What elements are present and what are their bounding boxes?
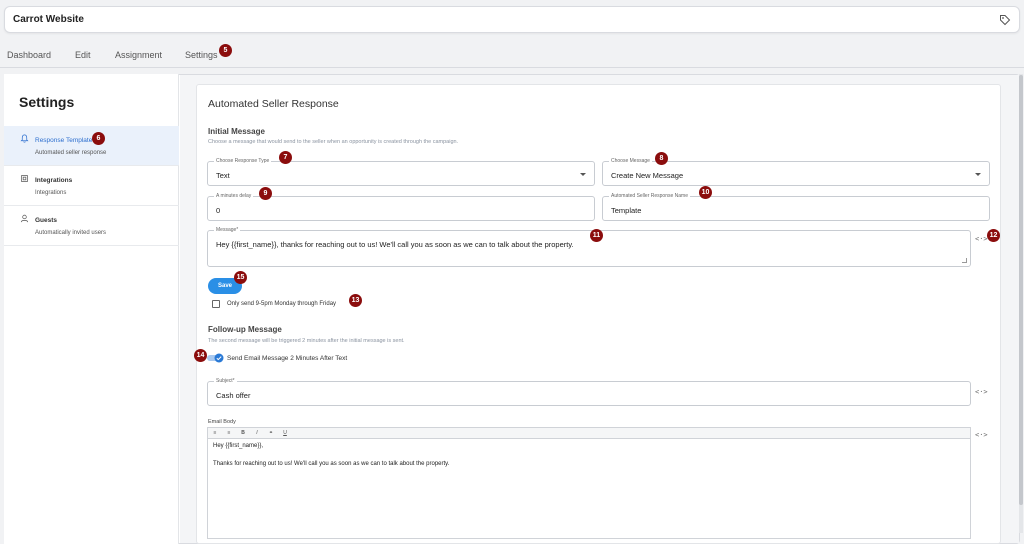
section-title-followup: Follow-up Message [208,325,282,334]
field-value: Text [216,171,230,180]
step-badge: 5 [219,44,232,57]
tag-icon[interactable] [999,14,1011,26]
field-label: Message* [214,227,241,233]
step-badge: 6 [92,132,105,145]
field-label: Choose Message [609,158,652,164]
tab-dashboard[interactable]: Dashboard [7,50,51,60]
chevron-down-icon [975,173,981,176]
user-icon [20,214,29,223]
code-icon[interactable]: <·> [975,431,988,439]
step-badge: 14 [194,349,207,362]
step-badge: 11 [590,229,603,242]
field-label: Choose Response Type [214,158,272,164]
subject-input[interactable]: Subject* Cash offer [207,378,971,406]
section-desc-initial: Choose a message that would send to the … [208,139,459,145]
step-badge: 15 [234,271,247,284]
sidebar-item-sub: Automatically invited users [35,230,107,236]
app-header: Carrot Website [4,6,1020,33]
code-icon[interactable]: <·> [975,235,988,243]
message-textarea[interactable]: Message* Hey {{first_name}}, thanks for … [207,227,971,267]
tab-edit[interactable]: Edit [75,50,91,60]
sidebar: Settings Response Template Automated sel… [4,74,179,544]
tab-assignment[interactable]: Assignment [115,50,162,60]
email-toggle-label: Send Email Message 2 Minutes After Text [227,355,348,362]
underline-icon[interactable]: U [280,430,290,436]
italic-icon[interactable]: I [252,430,262,436]
bell-icon [20,134,29,143]
page-title: Automated Seller Response [208,98,339,110]
app-title: Carrot Website [13,14,84,25]
bullet-list-icon[interactable]: ≡ [210,430,220,436]
field-label: A minutes delay [214,193,254,199]
email-body-line: Hey {{first_name}}, [213,443,264,449]
sidebar-item-label: Response Template [35,137,93,144]
code-icon[interactable]: <·> [975,388,988,396]
sidebar-item-integrations[interactable]: Integrations Integrations [4,166,179,206]
email-body-label: Email Body [208,419,236,425]
sidebar-item-sub: Integrations [35,190,67,196]
only-send-checkbox[interactable] [212,300,220,308]
link-icon[interactable]: ⚭ [266,430,276,436]
tab-settings[interactable]: Settings [185,50,218,60]
resize-handle-icon[interactable] [962,258,967,263]
integrations-icon [20,174,29,183]
section-title-initial: Initial Message [208,127,265,136]
sidebar-item-label: Guests [35,217,58,224]
check-icon[interactable] [214,353,224,363]
step-badge: 7 [279,151,292,164]
numbered-list-icon[interactable]: ≡ [224,430,234,436]
sidebar-item-guests[interactable]: Guests Automatically invited users [4,206,179,246]
field-value: Create New Message [611,171,684,180]
sidebar-item-response-template[interactable]: Response Template Automated seller respo… [4,126,179,166]
step-badge: 13 [349,294,362,307]
step-badge: 10 [699,186,712,199]
scrollbar-thumb[interactable] [1019,75,1023,505]
step-badge: 12 [987,229,1000,242]
field-value: Template [611,206,642,215]
field-value: 0 [216,206,221,215]
step-badge: 9 [259,187,272,200]
field-value: Hey {{first_name}}, thanks for reaching … [216,240,574,249]
response-type-select[interactable]: Choose Response Type Text [207,158,595,186]
section-desc-followup: The second message will be triggered 2 m… [208,338,405,344]
nav-tabs: Dashboard Edit Assignment Settings 5 [0,40,1024,68]
step-badge: 8 [655,152,668,165]
editor-toolbar: ≡ ≡ B I ⚭ U [207,427,971,439]
field-label: Automated Seller Response Name [609,193,690,199]
email-body-line: Thanks for reaching out to us! We'll cal… [213,461,450,467]
bold-icon[interactable]: B [238,430,248,436]
sidebar-heading: Settings [19,94,75,110]
only-send-label: Only send 9-5pm Monday through Friday [227,301,337,307]
response-name-input[interactable]: Automated Seller Response Name Template [602,193,990,221]
sidebar-item-label: Integrations [35,177,73,184]
field-value: Cash offer [216,391,251,400]
field-label: Subject* [214,378,237,384]
chevron-down-icon [580,173,586,176]
sidebar-item-sub: Automated seller response [35,150,107,156]
email-body-editor[interactable]: Hey {{first_name}}, Thanks for reaching … [207,439,971,539]
